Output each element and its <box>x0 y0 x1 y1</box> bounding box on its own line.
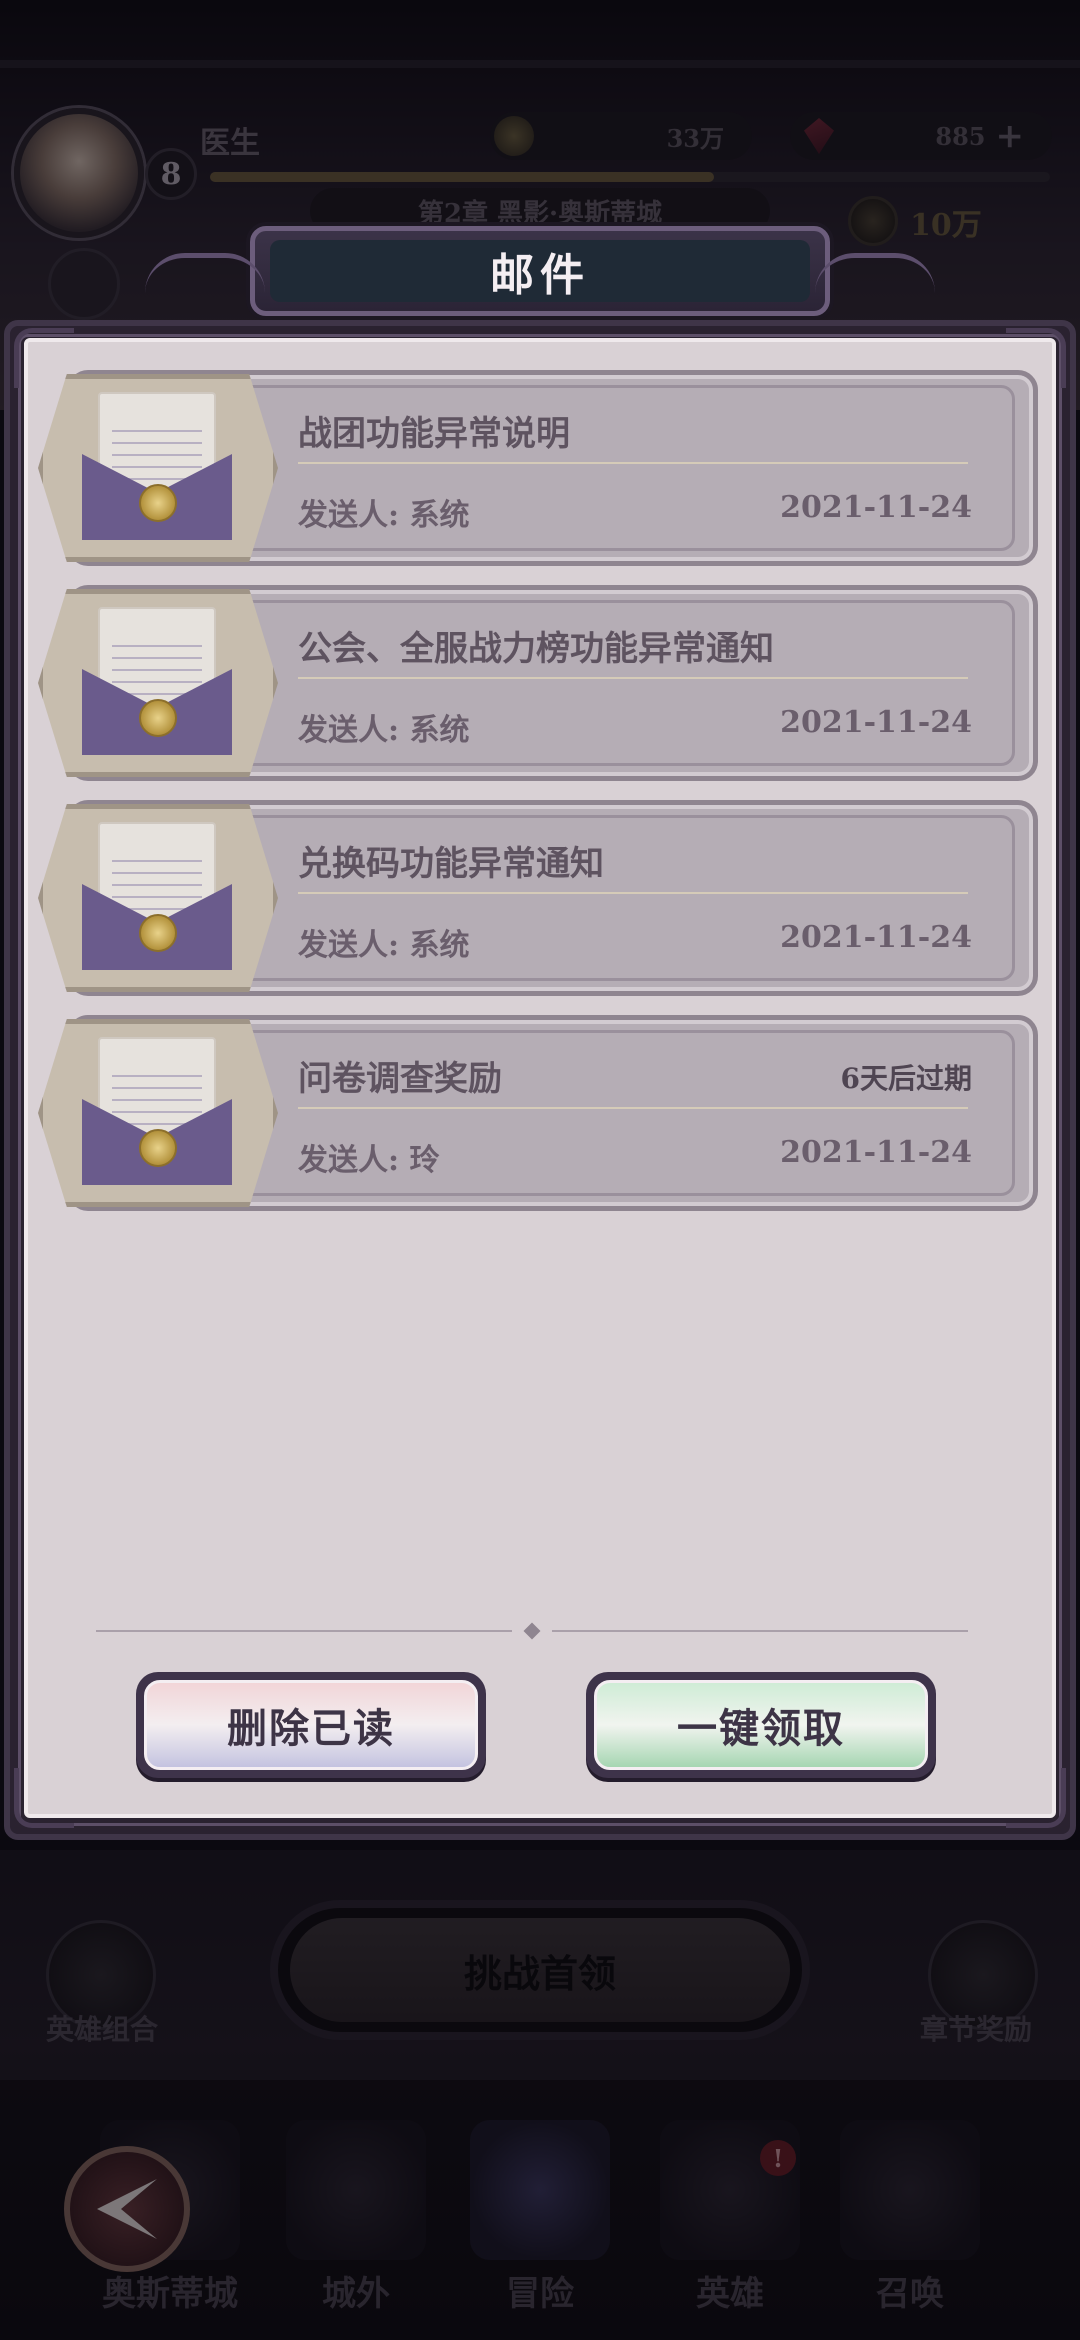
mail-list: 战团功能异常说明 发送人: 系统 2021-11-24 公会、全服战力榜功能异常… <box>38 370 1042 1230</box>
claim-all-label: 一键领取 <box>594 1680 928 1770</box>
mail-sender: 发送人: 系统 <box>298 928 470 963</box>
mail-date: 2021-11-24 <box>780 490 972 525</box>
ornament-corner <box>1006 1768 1066 1828</box>
mail-divider <box>298 892 968 894</box>
mail-item[interactable]: 问卷调查奖励 6天后过期 发送人: 玲 2021-11-24 <box>38 1015 1042 1211</box>
mail-title: 问卷调查奖励 <box>298 1059 502 1099</box>
delete-read-button[interactable]: 删除已读 <box>136 1672 486 1778</box>
dialog-title: 邮件 <box>490 250 590 301</box>
ornament-corner <box>14 1768 74 1828</box>
mail-sender: 发送人: 系统 <box>298 498 470 533</box>
mail-date: 2021-11-24 <box>780 1135 972 1170</box>
mail-item[interactable]: 兑换码功能异常通知 发送人: 系统 2021-11-24 <box>38 800 1042 996</box>
mail-sender: 发送人: 系统 <box>298 713 470 748</box>
mail-title: 战团功能异常说明 <box>298 414 570 454</box>
mail-date: 2021-11-24 <box>780 920 972 955</box>
envelope-icon <box>82 392 232 540</box>
mail-sender: 发送人: 玲 <box>298 1143 440 1178</box>
mail-item[interactable]: 公会、全服战力榜功能异常通知 发送人: 系统 2021-11-24 <box>38 585 1042 781</box>
mail-expire: 6天后过期 <box>840 1062 972 1095</box>
mail-divider <box>298 1107 968 1109</box>
mail-divider <box>298 462 968 464</box>
envelope-icon <box>82 822 232 970</box>
mail-divider <box>298 677 968 679</box>
dialog-title-inner: 邮件 <box>270 240 810 302</box>
envelope-icon <box>82 607 232 755</box>
mail-title: 兑换码功能异常通知 <box>298 844 604 884</box>
divider-ornament-icon <box>512 1622 552 1640</box>
mail-item[interactable]: 战团功能异常说明 发送人: 系统 2021-11-24 <box>38 370 1042 566</box>
claim-all-button[interactable]: 一键领取 <box>586 1672 936 1778</box>
mail-title: 公会、全服战力榜功能异常通知 <box>298 629 774 669</box>
dialog-title-plate: 邮件 <box>145 226 935 316</box>
mail-date: 2021-11-24 <box>780 705 972 740</box>
envelope-icon <box>82 1037 232 1185</box>
delete-read-label: 删除已读 <box>144 1680 478 1770</box>
